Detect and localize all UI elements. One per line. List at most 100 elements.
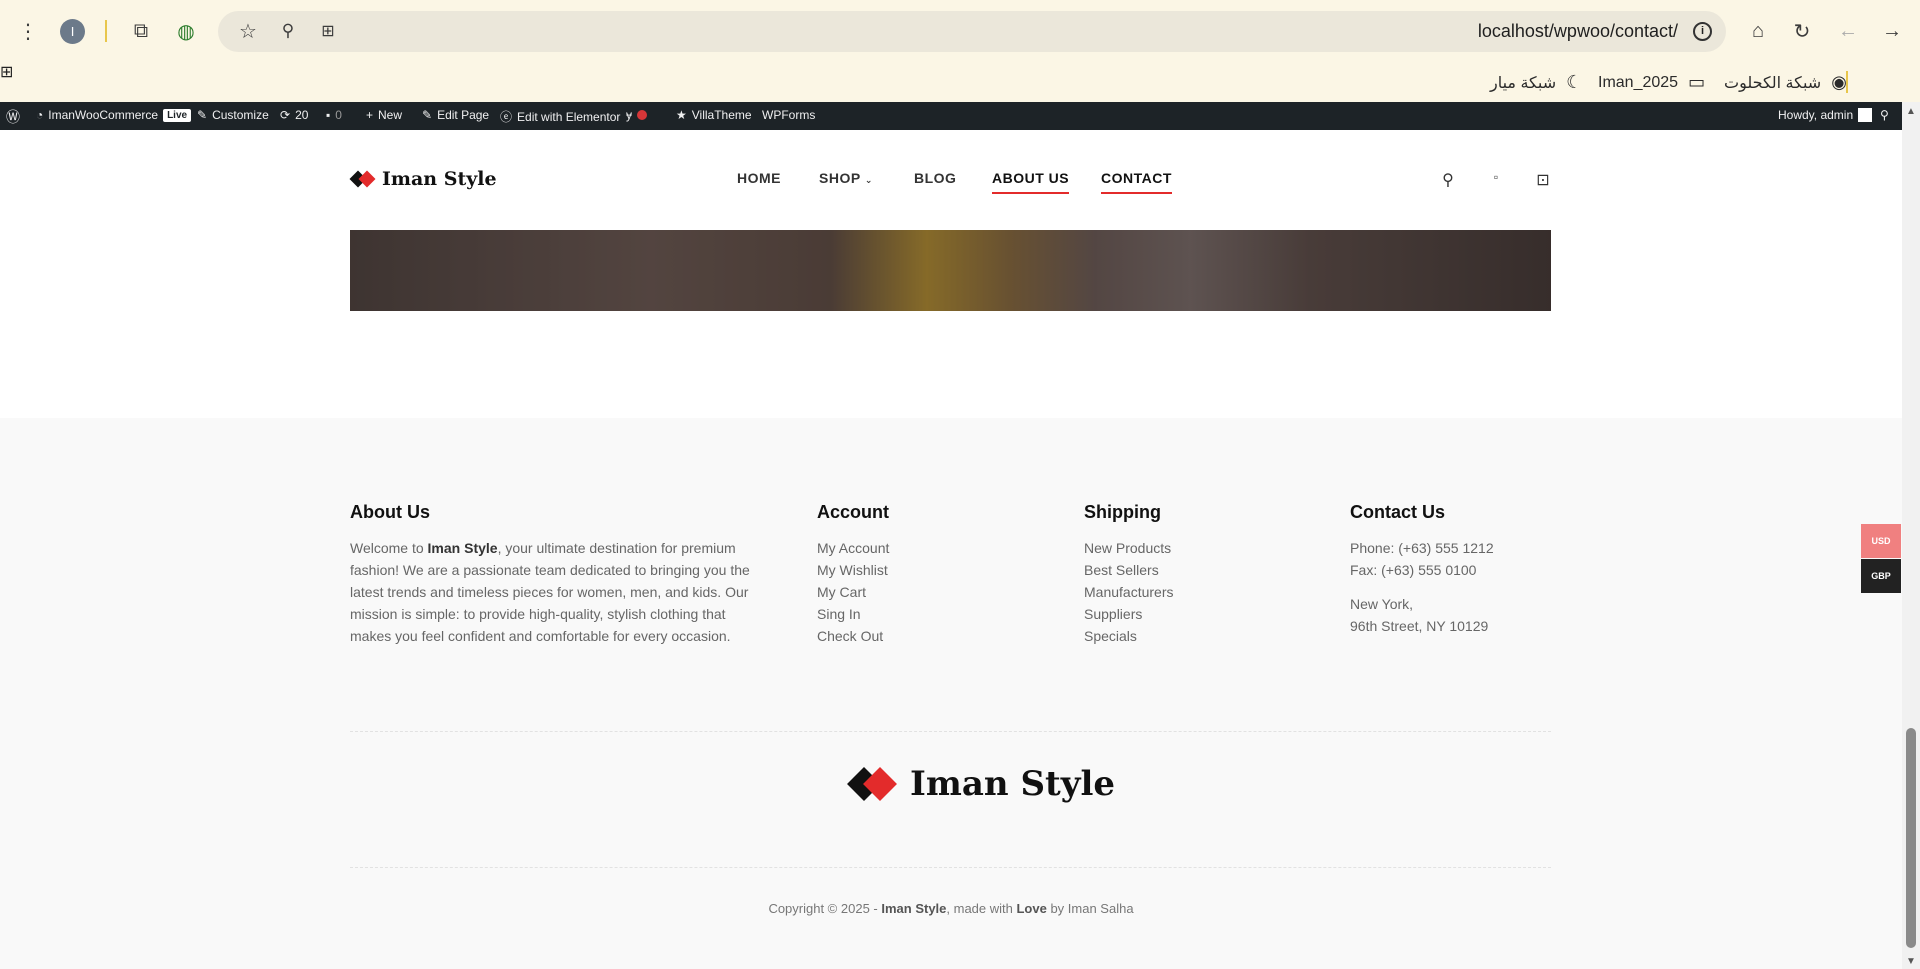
profile-avatar[interactable]: I [60,19,85,44]
menu-dots-icon[interactable]: ⋮ [14,17,42,45]
chevron-down-icon: ⌄ [864,175,873,185]
zoom-icon[interactable]: ⚲ [274,17,302,45]
bookmarks-divider [1846,71,1848,93]
footer-account-title: Account [817,502,889,522]
footer-link-check-out[interactable]: Check Out [817,625,889,647]
account-image-icon[interactable]: ▫ [1486,170,1506,190]
seo-status-dot [637,110,647,120]
url-text[interactable]: localhost/wpwoo/contact/ [1478,21,1678,42]
new-label: New [378,108,403,122]
updates-count: 20 [295,108,309,122]
bookmark-star-icon[interactable]: ☆ [234,17,262,45]
edit-page-label: Edit Page [437,108,490,122]
footer-link-best-sellers[interactable]: Best Sellers [1084,559,1173,581]
bookmark-item[interactable]: شبكة الكحلوت ◉ [1724,72,1847,93]
footer-divider [350,867,1551,868]
nav-blog[interactable]: BLOG [914,170,956,186]
villatheme-label: VillaTheme [691,108,752,122]
nav-shop-label: SHOP [819,170,861,186]
footer-contact-phone: Phone: (+63) 555 1212 [1350,540,1494,556]
home-icon[interactable]: ⌂ [1744,17,1772,45]
dashboard-icon: ◔ [36,108,44,122]
footer-shipping-title: Shipping [1084,502,1161,522]
footer-link-manufacturers[interactable]: Manufacturers [1084,581,1173,603]
translate-icon[interactable]: ⊞ [314,17,342,45]
forward-arrow-icon[interactable]: → [1878,17,1906,45]
toolbar-divider [105,20,107,42]
logo-mark-icon [349,170,378,188]
site-footer: About Us Welcome to Iman Style, your ult… [0,418,1902,969]
back-arrow-icon[interactable]: ← [1834,17,1862,45]
avatar [1858,108,1873,122]
footer-link-my-cart[interactable]: My Cart [817,581,889,603]
nav-home[interactable]: HOME [737,170,781,186]
wordpress-logo-icon[interactable]: Ⓦ [6,107,20,127]
admin-comments-link[interactable]: ▪ 0 [326,108,342,122]
footer-logo[interactable]: Iman Style [847,764,1115,804]
pencil-icon: ✎ [422,108,433,122]
wp-admin-bar: Ⓦ ◔ ImanWooCommerce Live ✎ Customize ⟳ 2… [0,102,1920,130]
logo-mark-icon [847,766,902,802]
reload-icon[interactable]: ↻ [1788,17,1816,45]
nav-shop[interactable]: SHOP ⌄ [819,170,873,186]
currency-usd-button[interactable]: USD [1861,524,1901,558]
live-badge: Live [163,108,192,122]
comments-count: 0 [335,108,342,122]
yoast-icon: ɏ [626,108,632,122]
footer-shipping: Shipping New Products Best Sellers Manuf… [1084,502,1173,647]
site-logo[interactable]: Iman Style [349,168,497,190]
extension-globe-icon[interactable]: ◍ [172,17,200,45]
search-icon[interactable]: ⚲ [1438,170,1458,190]
footer-about: About Us Welcome to Iman Style, your ult… [350,502,770,647]
moon-icon: ☾ [1566,72,1583,92]
site-header: Iman Style HOME SHOP ⌄ BLOG ABOUT US CON… [0,130,1902,230]
extensions-icon[interactable]: ⧉ [127,17,155,45]
footer-account-list: My Account My Wishlist My Cart Sing In C… [817,537,889,647]
footer-about-text: Welcome to Iman Style, your ultimate des… [350,540,750,644]
admin-customize-link[interactable]: ✎ Customize [197,108,269,122]
wpforms-label: WPForms [762,108,816,122]
admin-wpforms-link[interactable]: WPForms [762,108,815,122]
footer-contact-fax: Fax: (+63) 555 0100 [1350,562,1477,578]
admin-site-link[interactable]: ◔ ImanWooCommerce Live [36,108,192,122]
howdy-label: Howdy, admin [1778,108,1854,122]
footer-shipping-list: New Products Best Sellers Manufacturers … [1084,537,1173,647]
bookmark-item[interactable]: Iman_2025 ▭ [1598,72,1705,93]
currency-gbp-button[interactable]: GBP [1861,559,1901,593]
admin-edit-page-link[interactable]: ✎ Edit Page [422,108,489,122]
customize-label: Customize [212,108,269,122]
admin-elementor-link[interactable]: ⓔ Edit with Elementor [500,108,620,125]
scroll-up-icon[interactable]: ▲ [1906,106,1916,117]
scrollbar-thumb[interactable] [1906,728,1916,948]
admin-villatheme-link[interactable]: ★ VillaTheme [676,108,752,122]
nav-about-us[interactable]: ABOUT US [992,170,1070,194]
footer-link-new-products[interactable]: New Products [1084,537,1173,559]
footer-about-title: About Us [350,502,430,522]
folder-icon: ▭ [1688,72,1706,92]
elementor-label: Edit with Elementor [517,109,621,124]
footer-link-my-wishlist[interactable]: My Wishlist [817,559,889,581]
admin-site-name: ImanWooCommerce [48,108,159,122]
nav-contact[interactable]: CONTACT [1101,170,1172,194]
admin-seo-link[interactable]: ɏ [626,108,647,122]
footer-link-suppliers[interactable]: Suppliers [1084,603,1173,625]
footer-link-specials[interactable]: Specials [1084,625,1173,647]
cart-icon[interactable]: ⊡ [1533,170,1553,190]
site-info-icon[interactable]: i [1693,22,1712,41]
footer-contact: Contact Us Phone: (+63) 555 1212 Fax: (+… [1350,502,1494,637]
brush-icon: ✎ [197,108,208,122]
footer-link-my-account[interactable]: My Account [817,537,889,559]
bookmark-item[interactable]: شبكة ميار ☾ [1490,72,1582,93]
admin-updates-link[interactable]: ⟳ 20 [280,108,308,122]
footer-link-sign-in[interactable]: Sing In [817,603,889,625]
admin-account-link[interactable]: Howdy, admin [1778,108,1873,122]
page-scrollbar[interactable]: ▲ ▼ [1902,102,1920,969]
address-bar[interactable]: ☆ ⚲ ⊞ localhost/wpwoo/contact/ i [218,11,1726,52]
page-viewport: Iman Style HOME SHOP ⌄ BLOG ABOUT US CON… [0,130,1902,969]
admin-search-icon[interactable]: ⚲ [1880,108,1889,122]
admin-new-link[interactable]: + New [366,108,402,122]
footer-contact-city: New York, [1350,596,1414,612]
footer-account: Account My Account My Wishlist My Cart S… [817,502,889,647]
bookmark-label: Iman_2025 [1598,73,1679,91]
scroll-down-icon[interactable]: ▼ [1906,956,1916,967]
